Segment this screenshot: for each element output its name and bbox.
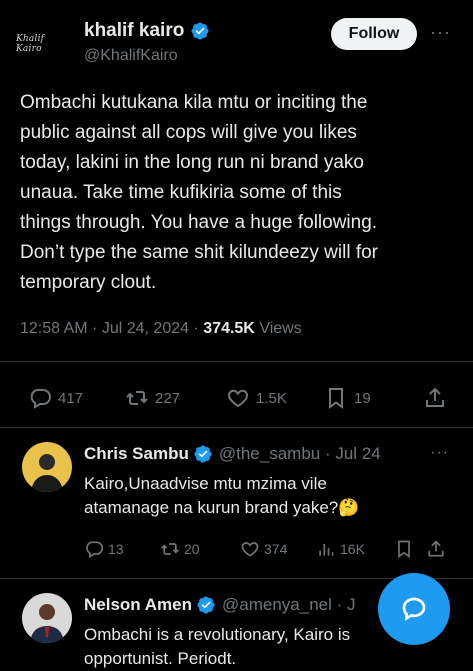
person-avatar-icon (22, 593, 72, 643)
avatar-signature: Khalif Kairo (16, 34, 45, 54)
post-header: Khalif Kairo khalif kairo @KhalifKairo F… (0, 0, 473, 80)
reply-avatar[interactable] (22, 442, 72, 492)
verified-badge-icon (191, 22, 209, 40)
bookmark-icon (329, 388, 343, 409)
post-meta: 12:58 AM · Jul 24, 2024 · 374.5K Views (20, 320, 302, 338)
reply-icon (30, 389, 51, 409)
post-action-bar: 417 227 1.5K 19 (0, 380, 473, 416)
meta-separator: · (193, 320, 199, 337)
author-name[interactable]: khalif kairo (84, 20, 184, 42)
reply-header: Nelson Amen @amenya_nel · J (84, 595, 356, 615)
share-action[interactable] (423, 386, 447, 410)
repost-action[interactable]: 227 (125, 386, 180, 410)
reply-repost-count: 20 (184, 541, 200, 557)
reply-action[interactable]: 417 (28, 386, 83, 410)
post-time[interactable]: 12:58 AM (20, 320, 88, 337)
reply-reply-count: 13 (108, 541, 124, 557)
reply-count: 417 (58, 389, 84, 407)
post-date[interactable]: Jul 24, 2024 (102, 320, 189, 337)
reply-icon (86, 541, 104, 558)
reply-header: Chris Sambu @the_sambu · Jul 24 (84, 444, 381, 464)
reply-repost-action[interactable]: 20 (160, 539, 200, 559)
reply-text: Kairo,Unaadvise mtu mzima vile atamanage… (84, 474, 360, 517)
share-icon (426, 387, 444, 407)
more-options-icon[interactable]: ··· (430, 22, 451, 43)
views-label: Views (259, 320, 302, 337)
bookmark-count: 19 (354, 389, 371, 407)
meta-separator: · (92, 320, 98, 337)
compose-reply-button[interactable] (378, 573, 450, 645)
compose-icon (402, 597, 426, 621)
reply-views-action[interactable]: 16K (316, 539, 365, 559)
reply-more-icon[interactable]: ··· (430, 444, 449, 462)
like-icon (228, 389, 248, 408)
reply-share-action[interactable] (426, 539, 446, 559)
author-name-row[interactable]: khalif kairo (84, 20, 210, 42)
author-handle[interactable]: @KhalifKairo (84, 47, 178, 65)
bookmark-action[interactable]: 19 (324, 386, 371, 410)
reply-like-action[interactable]: 374 (240, 539, 287, 559)
like-action[interactable]: 1.5K (226, 386, 287, 410)
divider (0, 361, 473, 362)
reply-action-bar: 13 20 374 16K (84, 539, 454, 563)
reply-handle-date[interactable]: @amenya_nel · J (222, 595, 356, 615)
reply-author-name[interactable]: Chris Sambu (84, 444, 189, 464)
reply-item[interactable]: Chris Sambu @the_sambu · Jul 24 ··· Kair… (0, 428, 473, 576)
post-text: Ombachi kutukana kila mtu or inciting th… (20, 92, 378, 293)
views-icon (319, 544, 334, 556)
verified-badge-icon (194, 445, 212, 463)
reply-author-name[interactable]: Nelson Amen (84, 595, 192, 615)
reply-reply-action[interactable]: 13 (84, 539, 124, 559)
repost-count: 227 (155, 389, 181, 407)
reply-handle-date[interactable]: @the_sambu · Jul 24 (219, 444, 381, 464)
repost-icon (161, 543, 179, 555)
reply-bookmark-action[interactable] (394, 539, 414, 559)
reply-like-count: 374 (264, 541, 288, 557)
like-count: 1.5K (256, 389, 287, 407)
reply-views-count: 16K (340, 541, 365, 557)
reply-avatar[interactable] (22, 593, 72, 643)
like-icon (241, 542, 259, 557)
person-avatar-icon (22, 442, 72, 492)
bookmark-icon (398, 540, 410, 559)
repost-icon (126, 391, 148, 405)
views-count: 374.5K (203, 320, 255, 337)
follow-button[interactable]: Follow (331, 18, 417, 50)
verified-badge-icon (197, 596, 215, 614)
author-avatar[interactable]: Khalif Kairo (16, 18, 68, 70)
share-icon (428, 540, 444, 557)
